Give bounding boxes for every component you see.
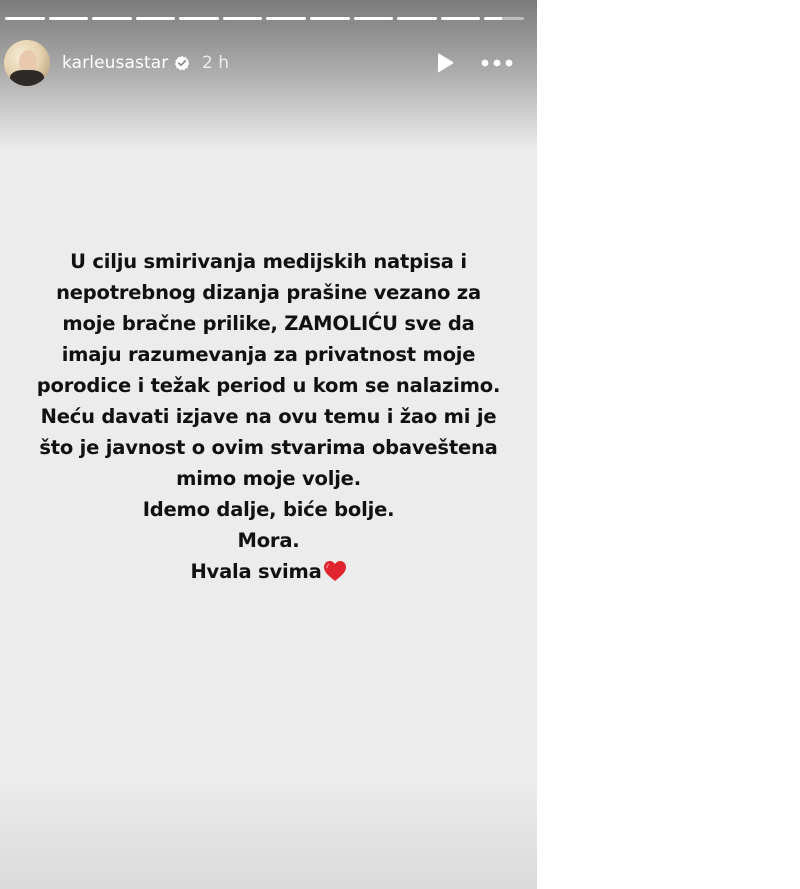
progress-segment bbox=[353, 17, 394, 20]
play-icon bbox=[438, 53, 454, 73]
more-options-icon bbox=[481, 59, 513, 67]
story-text-line: Idemo dalje, biće bolje. bbox=[142, 498, 395, 521]
progress-segment bbox=[92, 17, 132, 20]
progress-segment bbox=[48, 17, 89, 20]
red-heart-icon bbox=[323, 560, 347, 591]
story-header: karleusastar 2 h bbox=[4, 38, 529, 88]
story-text-closing: Hvala svima bbox=[0, 556, 537, 591]
progress-segment bbox=[310, 17, 350, 20]
story-text-line: imaju razumevanja za privatnost moje bbox=[61, 343, 476, 366]
story-text-line: Mora. bbox=[237, 529, 300, 552]
story-progress-bar bbox=[5, 17, 524, 21]
story-text-line: mimo moje volje. bbox=[176, 467, 361, 490]
more-options-button[interactable] bbox=[477, 50, 517, 76]
story-text-line: nepotrebnog dizanja prašine vezano za bbox=[56, 281, 481, 304]
bottom-gradient bbox=[0, 779, 537, 889]
progress-segment-current bbox=[484, 17, 524, 20]
avatar-clothing bbox=[10, 70, 44, 86]
play-button[interactable] bbox=[432, 50, 458, 76]
story-text: U cilju smirivanja medijskih natpisa i n… bbox=[0, 246, 537, 591]
username-link[interactable]: karleusastar bbox=[62, 53, 168, 73]
avatar[interactable] bbox=[4, 40, 50, 86]
progress-segment bbox=[397, 17, 437, 20]
story-text-line: U cilju smirivanja medijskih natpisa i bbox=[70, 250, 467, 273]
story-text-line: što je javnost o ovim stvarima obavešten… bbox=[39, 436, 498, 459]
progress-segment bbox=[266, 17, 307, 20]
progress-segment bbox=[179, 17, 219, 20]
progress-segment bbox=[135, 17, 176, 20]
story-text-line: porodice i težak period u kom se nalazim… bbox=[36, 374, 501, 397]
verified-badge-icon bbox=[174, 55, 190, 71]
story-text-line: Hvala svima bbox=[190, 560, 322, 583]
progress-segment bbox=[5, 17, 45, 20]
story-timestamp: 2 h bbox=[202, 53, 229, 73]
progress-segment bbox=[440, 17, 481, 20]
story-text-line: moje bračne prilike, ZAMOLIĆU sve da bbox=[62, 312, 475, 335]
progress-segment bbox=[222, 17, 263, 20]
story-text-line: Neću davati izjave na ovu temu i žao mi … bbox=[40, 405, 497, 428]
story-viewer[interactable]: karleusastar 2 h U cilju smirivanja medi… bbox=[0, 0, 537, 889]
